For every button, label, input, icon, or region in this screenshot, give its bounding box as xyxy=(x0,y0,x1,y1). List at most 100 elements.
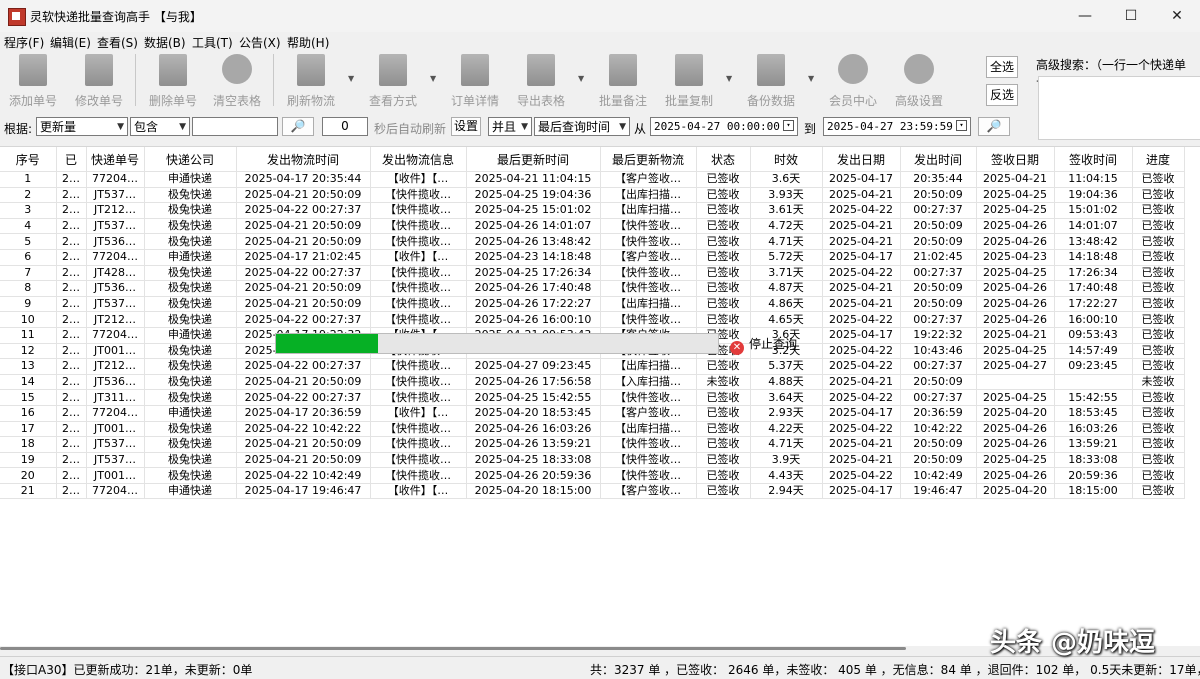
column-header[interactable]: 快递公司 xyxy=(144,147,237,172)
table-cell: 未签收 xyxy=(1132,374,1185,391)
column-header[interactable]: 状态 xyxy=(696,147,751,172)
chevron-down-icon[interactable]: ▼ xyxy=(348,74,354,83)
table-row[interactable]: 17 2… JT001… 极兔快递 2025-04-22 10:42:22 【快件揽收… 2… xyxy=(0,421,1185,438)
minimize-button[interactable]: — xyxy=(1062,0,1108,32)
advanced-search-input[interactable] xyxy=(1038,76,1200,140)
menu-program[interactable]: 程序(F) xyxy=(4,34,44,51)
table-cell: 极兔快递 xyxy=(144,421,237,438)
to-datetime-picker[interactable]: 2025-04-27 23:59:59 ▾ xyxy=(823,117,971,136)
menu-help[interactable]: 帮助(H) xyxy=(287,34,329,51)
clear-table-button[interactable]: 清空表格 xyxy=(204,54,270,110)
menu-tools[interactable]: 工具(T) xyxy=(192,34,233,51)
table-cell: 2… xyxy=(56,452,87,469)
delete-number-button[interactable]: 删除单号 xyxy=(140,54,206,110)
batch-note-button[interactable]: 批量备注 xyxy=(590,54,656,110)
table-row[interactable]: 1 2… 77204… 申通快递 2025-04-17 20:35:44 【收件】【… 20… xyxy=(0,171,1185,188)
table-cell: JT212… xyxy=(86,358,145,375)
table-cell: 2025-04-26 17:56:58 xyxy=(466,374,601,391)
search-icon[interactable]: 🔎 xyxy=(282,117,314,136)
table-row[interactable]: 4 2… JT537… 极兔快递 2025-04-21 20:50:09 【快件揽收… 20… xyxy=(0,218,1185,235)
from-datetime-picker[interactable]: 2025-04-27 00:00:00 ▾ xyxy=(650,117,798,136)
filter-search-input[interactable] xyxy=(192,117,278,136)
advanced-settings-button[interactable]: 高级设置 xyxy=(886,54,952,110)
menu-view[interactable]: 查看(S) xyxy=(97,34,138,51)
table-cell: 20:50:09 xyxy=(900,280,977,297)
column-header[interactable]: 发出物流时间 xyxy=(236,147,371,172)
table-cell: 已签收 xyxy=(1132,467,1185,484)
scrollbar-thumb[interactable] xyxy=(0,647,906,650)
logic-select[interactable]: 并且 ▼ xyxy=(488,117,532,136)
maximize-button[interactable]: ☐ xyxy=(1108,0,1154,32)
query-search-icon[interactable]: 🔎 xyxy=(978,117,1010,136)
column-header[interactable]: 最后更新物流 xyxy=(600,147,697,172)
column-header[interactable]: 序号 xyxy=(0,147,57,172)
basis-select[interactable]: 更新量 ▼ xyxy=(36,117,128,136)
order-detail-button[interactable]: 订单详情 xyxy=(442,54,508,110)
menu-notice[interactable]: 公告(X) xyxy=(239,34,281,51)
column-header[interactable]: 进度 xyxy=(1132,147,1185,172)
menu-bar: 程序(F) 编辑(E) 查看(S) 数据(B) 工具(T) 公告(X) 帮助(H… xyxy=(0,32,1200,50)
backup-data-button[interactable]: 备份数据 xyxy=(738,54,804,110)
column-header[interactable]: 签收时间 xyxy=(1054,147,1133,172)
time-field-select[interactable]: 最后查询时间 ▼ xyxy=(534,117,630,136)
export-table-button[interactable]: 导出表格 xyxy=(508,54,574,110)
stop-query-button[interactable]: ✕ 停止查询 xyxy=(730,335,797,355)
chevron-down-icon[interactable]: ▼ xyxy=(726,74,732,83)
table-row[interactable]: 3 2… JT212… 极兔快递 2025-04-22 00:27:37 【快件揽收… 20… xyxy=(0,202,1185,219)
table-cell: 极兔快递 xyxy=(144,311,237,328)
status-left-text: 【接口A30】已更新成功：21单，未更新：0单 xyxy=(2,663,253,677)
view-mode-button[interactable]: 查看方式 xyxy=(360,54,426,110)
column-header[interactable]: 快递单号 xyxy=(86,147,145,172)
invert-selection-button[interactable]: 反选 xyxy=(986,84,1018,106)
chevron-down-icon[interactable]: ▼ xyxy=(808,74,814,83)
refresh-logistics-button[interactable]: 刷新物流 xyxy=(278,54,344,110)
table-row[interactable]: 14 2… JT536… 极兔快递 2025-04-21 20:50:09 【快件揽收… 2… xyxy=(0,374,1185,391)
edit-number-button[interactable]: 修改单号 xyxy=(66,54,132,110)
table-row[interactable]: 16 2… 77204… 申通快递 2025-04-17 20:36:59 【收件】【… 2… xyxy=(0,405,1185,422)
close-button[interactable]: ✕ xyxy=(1154,0,1200,32)
table-row[interactable]: 8 2… JT536… 极兔快递 2025-04-21 20:50:09 【快件揽收… 20… xyxy=(0,280,1185,297)
table-cell: 2025-04-20 xyxy=(976,483,1055,500)
table-row[interactable]: 2 2… JT537… 极兔快递 2025-04-21 20:50:09 【快件揽收… 20… xyxy=(0,187,1185,204)
table-row[interactable]: 13 2… JT212… 极兔快递 2025-04-22 00:27:37 【快件揽收… 2… xyxy=(0,358,1185,375)
table-cell: 2… xyxy=(56,483,87,500)
table-row[interactable]: 15 2… JT311… 极兔快递 2025-04-22 00:27:37 【快件揽收… 2… xyxy=(0,389,1185,406)
table-cell: 2025-04-17 xyxy=(822,405,901,422)
table-row[interactable]: 10 2… JT212… 极兔快递 2025-04-22 00:27:37 【快件揽收… 2… xyxy=(0,311,1185,328)
table-cell: 【收件】【… xyxy=(370,249,467,266)
table-cell: 2… xyxy=(56,218,87,235)
select-all-button[interactable]: 全选 xyxy=(986,56,1018,78)
settings-button[interactable]: 设置 xyxy=(451,117,481,136)
table-cell: 【快件签收… xyxy=(600,389,697,406)
table-cell: 2025-04-26 xyxy=(976,311,1055,328)
table-row[interactable]: 20 2… JT001… 极兔快递 2025-04-22 10:42:49 【快件揽收… 2… xyxy=(0,467,1185,484)
table-cell xyxy=(1054,374,1133,391)
table-row[interactable]: 19 2… JT537… 极兔快递 2025-04-21 20:50:09 【快件揽收… 2… xyxy=(0,452,1185,469)
column-header[interactable]: 发出时间 xyxy=(900,147,977,172)
table-cell: 已签收 xyxy=(1132,327,1185,344)
table-row[interactable]: 21 2… 77204… 申通快递 2025-04-17 19:46:47 【收件】【… 2… xyxy=(0,483,1185,500)
column-header[interactable]: 发出物流信息 xyxy=(370,147,467,172)
table-cell: 20:50:09 xyxy=(900,233,977,250)
backup-data-label: 备份数据 xyxy=(746,94,795,108)
menu-edit[interactable]: 编辑(E) xyxy=(50,34,91,51)
column-header[interactable]: 发出日期 xyxy=(822,147,901,172)
table-cell: 极兔快递 xyxy=(144,296,237,313)
table-row[interactable]: 9 2… JT537… 极兔快递 2025-04-21 20:50:09 【快件揽收… 20… xyxy=(0,296,1185,313)
column-header[interactable]: 时效 xyxy=(750,147,823,172)
batch-copy-button[interactable]: 批量复制 xyxy=(656,54,722,110)
column-header[interactable]: 最后更新时间 xyxy=(466,147,601,172)
column-header[interactable]: 签收日期 xyxy=(976,147,1055,172)
column-header[interactable]: 已 xyxy=(56,147,87,172)
match-select[interactable]: 包含 ▼ xyxy=(130,117,190,136)
table-row[interactable]: 7 2… JT428… 极兔快递 2025-04-22 00:27:37 【快件揽收… 20… xyxy=(0,265,1185,282)
chevron-down-icon[interactable]: ▼ xyxy=(578,74,584,83)
menu-data[interactable]: 数据(B) xyxy=(144,34,186,51)
member-center-button[interactable]: 会员中心 xyxy=(820,54,886,110)
table-row[interactable]: 6 2… 77204… 申通快递 2025-04-17 21:02:45 【收件】【… 20… xyxy=(0,249,1185,266)
table-row[interactable]: 5 2… JT536… 极兔快递 2025-04-21 20:50:09 【快件揽收… 20… xyxy=(0,233,1185,250)
chevron-down-icon[interactable]: ▼ xyxy=(430,74,436,83)
table-row[interactable]: 18 2… JT537… 极兔快递 2025-04-21 20:50:09 【快件揽收… 2… xyxy=(0,436,1185,453)
refresh-interval-input[interactable]: 0 xyxy=(322,117,368,136)
add-number-button[interactable]: 添加单号 xyxy=(0,54,66,110)
